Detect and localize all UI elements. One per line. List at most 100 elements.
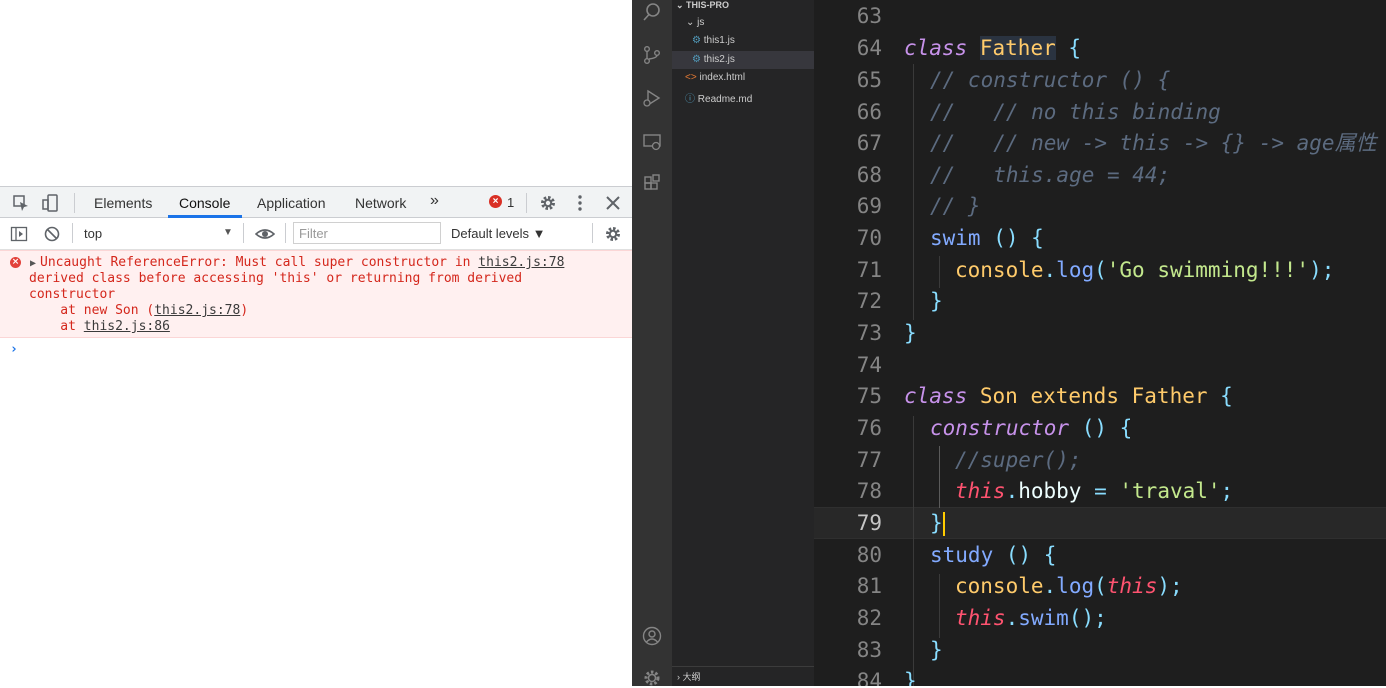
clear-console-icon[interactable] <box>43 225 61 243</box>
eye-icon[interactable] <box>255 225 275 243</box>
console-prompt[interactable]: › <box>10 342 18 357</box>
tab-elements[interactable]: Elements <box>94 195 152 211</box>
context-select[interactable]: top <box>84 226 102 241</box>
code-token: log <box>1056 574 1095 598</box>
error-line-2: derived class before accessing 'this' or… <box>29 271 523 286</box>
code-line: constructor () { <box>930 412 1132 444</box>
folder-js[interactable]: ⌄ js <box>686 17 704 28</box>
stack-link[interactable]: this2.js:78 <box>154 303 240 318</box>
code-token: } <box>930 511 943 535</box>
tab-console[interactable]: Console <box>179 195 230 211</box>
error-count[interactable]: 1 <box>507 195 514 210</box>
code-line: class Father { <box>904 32 1081 64</box>
chrome-window: Elements Console Application Network » ×… <box>0 0 632 686</box>
device-toolbar-icon[interactable] <box>42 194 60 212</box>
code-token: 'Go swimming!!!' <box>1106 258 1310 282</box>
file-index-html[interactable]: <> index.html <box>685 72 745 83</box>
activity-bar <box>632 0 672 686</box>
code-line: // } <box>930 194 981 218</box>
current-line-highlight <box>814 507 1386 539</box>
code-line: console.log(this); <box>955 570 1183 602</box>
line-number: 77 <box>856 448 882 472</box>
sidebar-toggle-icon[interactable] <box>10 225 28 243</box>
gear-file-icon: ⚙ <box>692 35 704 46</box>
line-number: 67 <box>856 131 882 155</box>
source-link[interactable]: this2.js:78 <box>478 255 564 270</box>
console-output: × ▶ Uncaught ReferenceError: Must call s… <box>0 250 632 686</box>
line-number: 75 <box>856 384 882 408</box>
stack-text: ) <box>240 303 249 318</box>
code-token: this <box>955 606 1006 630</box>
error-line-1: Uncaught ReferenceError: Must call super… <box>40 255 564 271</box>
log-levels-dropdown[interactable]: Default levels ▼ <box>451 226 546 241</box>
line-number: 64 <box>856 36 882 60</box>
code-line: } <box>930 289 943 313</box>
stack-text: at new Son ( <box>29 303 155 318</box>
file-label: this2.js <box>703 54 735 65</box>
line-number: 84 <box>856 669 882 686</box>
code-token: { <box>1220 384 1233 408</box>
tab-network[interactable]: Network <box>355 195 406 211</box>
gear-file-icon: ⚙ <box>692 54 704 65</box>
stack-link[interactable]: this2.js:86 <box>84 319 170 334</box>
outline-header[interactable]: › 大纲 <box>677 670 701 683</box>
page-viewport <box>0 0 632 186</box>
code-token: (); <box>1068 606 1107 630</box>
line-number: 71 <box>856 258 882 282</box>
line-number: 78 <box>856 479 882 503</box>
code-token: ); <box>1157 574 1183 598</box>
divider <box>74 193 75 213</box>
code-line: // // no this binding <box>930 100 1221 124</box>
file-readme-md[interactable]: ⓘ Readme.md <box>685 90 752 105</box>
code-line: // // new -> this -> {} -> age属性 <box>930 131 1377 155</box>
code-line: } <box>904 669 917 686</box>
code-token: () { <box>1069 416 1133 440</box>
file-this2-js[interactable]: ⚙ this2.js <box>692 54 735 65</box>
chevron-down-icon[interactable]: ▼ <box>223 227 233 238</box>
explorer-root[interactable]: ⌄ THIS-PRO <box>676 0 729 11</box>
console-settings-icon[interactable] <box>604 225 622 243</box>
code-line: swim () { <box>930 222 1044 254</box>
inspect-element-icon[interactable] <box>12 194 30 212</box>
line-number: 80 <box>856 543 882 567</box>
line-number: 72 <box>856 289 882 313</box>
run-debug-icon[interactable] <box>642 88 662 108</box>
code-token: swim <box>930 226 981 250</box>
search-icon[interactable] <box>642 2 662 22</box>
code-token: this <box>955 479 1006 503</box>
code-token: ( <box>1094 258 1107 282</box>
code-token: study <box>930 543 994 567</box>
extensions-icon[interactable] <box>642 174 662 194</box>
gear-icon[interactable] <box>539 194 557 212</box>
indent-guide <box>939 574 940 638</box>
error-icon[interactable]: × <box>489 195 502 208</box>
code-line: } <box>904 321 917 345</box>
remote-explorer-icon[interactable] <box>642 132 662 152</box>
manage-gear-icon[interactable] <box>642 668 662 688</box>
code-token: extends <box>1030 384 1119 408</box>
outline-section[interactable]: › 大纲 <box>672 666 814 687</box>
code-token: = <box>1081 479 1120 503</box>
tab-application[interactable]: Application <box>257 195 326 211</box>
stack-frame-2: at this2.js:86 <box>29 319 170 335</box>
more-tabs-icon[interactable]: » <box>430 192 439 210</box>
expand-arrow-icon[interactable]: ▶ <box>30 256 36 272</box>
code-token: () { <box>993 543 1057 567</box>
account-icon[interactable] <box>642 626 662 646</box>
file-this1-js[interactable]: ⚙ this1.js <box>692 35 735 46</box>
code-editor[interactable]: 63 64 65 66 67 68 69 70 71 72 73 74 75 7… <box>814 0 1386 686</box>
code-line: class Son extends Father { <box>904 380 1233 412</box>
stack-text: at <box>29 319 84 334</box>
code-token: Father <box>1131 384 1208 408</box>
info-file-icon: ⓘ <box>685 94 698 105</box>
code-token: Father <box>979 36 1056 60</box>
source-control-icon[interactable] <box>642 45 662 65</box>
code-line: this.swim(); <box>955 602 1107 634</box>
line-number: 70 <box>856 226 882 250</box>
close-icon[interactable] <box>604 194 622 212</box>
text-cursor <box>942 512 945 536</box>
code-line: study () { <box>930 539 1056 571</box>
kebab-menu-icon[interactable] <box>571 194 589 212</box>
filter-input[interactable] <box>293 222 441 244</box>
line-number: 66 <box>856 100 882 124</box>
